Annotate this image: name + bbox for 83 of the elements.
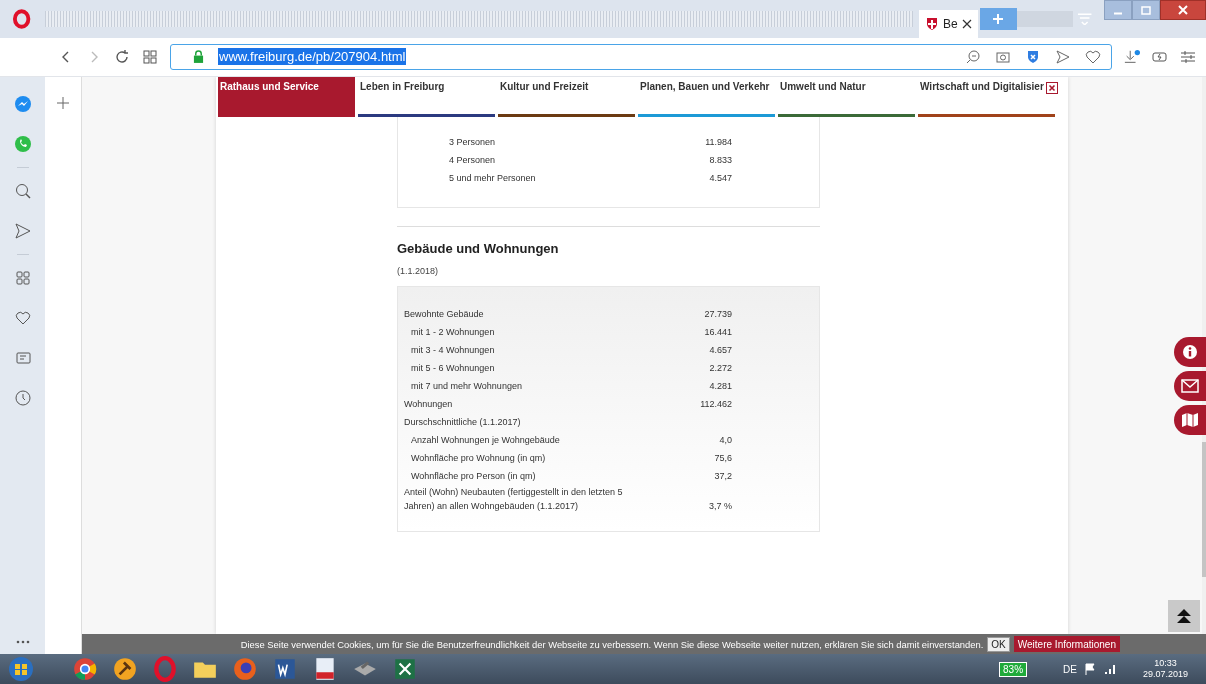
table-cell-text: 112.462 bbox=[699, 397, 732, 411]
table-cell-text: Anteil (Wohn) Neubauten (fertiggestellt in den letzten 5 Jahren) an allen Wohngebäuden (1.1.2017) bbox=[403, 485, 624, 513]
double-arrow-up-icon bbox=[1176, 608, 1192, 625]
new-tab-button[interactable] bbox=[979, 7, 1017, 30]
maximize-button[interactable] bbox=[1132, 0, 1160, 20]
table-cell-text: Wohnfläche pro Person (in qm) bbox=[410, 469, 537, 483]
shield-icon[interactable] bbox=[1025, 48, 1041, 65]
flag-icon[interactable] bbox=[1082, 662, 1097, 676]
table-cell-text: mit 5 - 6 Wohnungen bbox=[410, 361, 496, 375]
table-cell-text: Durschschnittliche (1.1.2017) bbox=[403, 415, 522, 429]
signal-icon[interactable] bbox=[1102, 662, 1117, 676]
table-cell-text: 4.281 bbox=[708, 379, 732, 393]
mail-icon bbox=[1181, 378, 1199, 393]
map-button[interactable] bbox=[1174, 404, 1206, 435]
whatsapp-icon[interactable] bbox=[13, 134, 32, 153]
table-cell-text: 4 Personen bbox=[448, 153, 497, 167]
table-cell-text: 5 und mehr Personen bbox=[448, 171, 537, 185]
clock-date[interactable]: 29.07.2019 bbox=[1142, 669, 1188, 680]
grid-icon[interactable] bbox=[142, 48, 158, 65]
cookie-notice: Diese Seite verwendet Cookies, um für Sie die Benutzerfreundlichkeit der Webseite zu verbessern. Wenn Sie diese Webseite weiter nutzen, erklären Sie sich damit einverstanden. bbox=[240, 638, 984, 650]
add-icon[interactable] bbox=[57, 96, 69, 109]
info-button[interactable] bbox=[1174, 336, 1206, 367]
settings-icon[interactable] bbox=[1180, 48, 1196, 65]
section-date: (1.1.2018) bbox=[397, 265, 440, 276]
reload-icon[interactable] bbox=[114, 48, 130, 65]
send-icon[interactable] bbox=[13, 221, 32, 240]
table-cell-text: mit 1 - 2 Wohnungen bbox=[410, 325, 496, 339]
table-cell-text: 4.547 bbox=[708, 171, 732, 185]
address-field[interactable]: www.freiburg.de/pb/207904.html bbox=[170, 43, 1112, 70]
download-icon[interactable] bbox=[1124, 48, 1140, 65]
table-cell-text: 37,2 bbox=[713, 469, 732, 483]
table-cell-text: 4,0 bbox=[718, 433, 732, 447]
table-cell-text: 16.441 bbox=[703, 325, 732, 339]
table-cell-text: 4.657 bbox=[708, 343, 732, 357]
chrome-icon[interactable] bbox=[72, 656, 98, 682]
word-icon[interactable] bbox=[272, 656, 298, 682]
table-cell-text: Wohnfläche pro Wohnung (in qm) bbox=[410, 451, 547, 465]
more-info-button[interactable]: Weitere Informationen bbox=[1013, 636, 1120, 653]
mail-button[interactable] bbox=[1174, 370, 1206, 401]
more-icon[interactable] bbox=[15, 640, 30, 645]
language-indicator[interactable]: DE bbox=[1063, 663, 1077, 675]
section-heading: Gebäude und Wohnungen bbox=[397, 240, 560, 256]
table-cell-text: 75,6 bbox=[713, 451, 732, 465]
scrollbar[interactable] bbox=[1202, 441, 1206, 577]
minimize-icon bbox=[1113, 11, 1123, 15]
start-button-icon[interactable] bbox=[8, 656, 34, 682]
firefox-icon[interactable] bbox=[232, 656, 258, 682]
scroll-top-button[interactable] bbox=[1168, 600, 1200, 633]
table-cell-text: 11.984 bbox=[704, 135, 732, 149]
table-cell-text: mit 7 und mehr Wohnungen bbox=[410, 379, 523, 393]
shield-icon bbox=[924, 16, 939, 31]
table-cell-text: Anzahl Wohnungen je Wohngebäude bbox=[410, 433, 561, 447]
table-cell-text: 3,7 % bbox=[708, 499, 732, 513]
nav-tab[interactable]: Rathaus und Service bbox=[218, 76, 355, 117]
maximize-icon bbox=[1141, 5, 1151, 15]
table-cell-text: 27.739 bbox=[703, 307, 732, 321]
map-icon bbox=[1181, 411, 1199, 428]
table-cell-text: Wohnungen bbox=[403, 397, 454, 411]
search-icon[interactable] bbox=[13, 181, 32, 200]
close-icon bbox=[1178, 5, 1188, 15]
messenger-icon[interactable] bbox=[13, 94, 32, 113]
heart-icon[interactable] bbox=[1085, 48, 1101, 65]
zoom-icon[interactable] bbox=[965, 48, 981, 65]
send-icon[interactable] bbox=[1055, 48, 1071, 65]
table-cell-text: 3 Personen bbox=[448, 135, 497, 149]
table-cell-text: mit 3 - 4 Wohnungen bbox=[410, 343, 496, 357]
browser-tab[interactable]: Be bbox=[918, 9, 978, 38]
clock-time[interactable]: 10:33 bbox=[1154, 658, 1177, 669]
ok-button[interactable]: OK bbox=[987, 636, 1010, 652]
lock-icon bbox=[193, 50, 204, 64]
close-icon[interactable] bbox=[1046, 81, 1058, 94]
info-icon bbox=[1182, 343, 1198, 360]
grid-icon[interactable] bbox=[13, 268, 32, 287]
close-button[interactable] bbox=[1160, 0, 1206, 20]
table-cell-text: Bewohnte Gebäude bbox=[403, 307, 485, 321]
hammer-icon[interactable] bbox=[112, 656, 138, 682]
table-cell-text: 8.833 bbox=[708, 153, 732, 167]
plus-icon bbox=[993, 13, 1004, 24]
excel-icon[interactable] bbox=[392, 656, 418, 682]
clock-icon[interactable] bbox=[13, 388, 32, 407]
table-cell-text: 2.272 bbox=[708, 361, 732, 375]
close-icon[interactable] bbox=[961, 18, 972, 29]
opera-logo-icon[interactable] bbox=[12, 7, 32, 30]
